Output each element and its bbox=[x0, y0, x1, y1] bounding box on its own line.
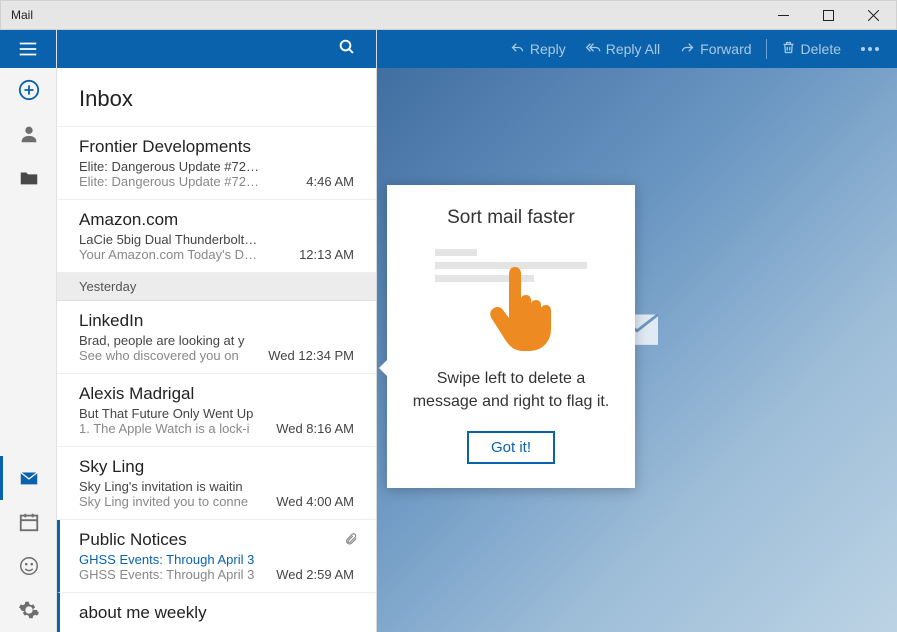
message-item[interactable]: Frontier Developments Elite: Dangerous U… bbox=[57, 127, 376, 200]
message-sender: Alexis Madrigal bbox=[79, 384, 354, 404]
more-button[interactable] bbox=[853, 47, 887, 51]
feedback-icon[interactable] bbox=[0, 544, 57, 588]
message-item[interactable]: LinkedIn Brad, people are looking at y S… bbox=[57, 301, 376, 374]
message-item[interactable]: Sky Ling Sky Ling's invitation is waitin… bbox=[57, 447, 376, 520]
forward-icon bbox=[680, 40, 695, 58]
message-sender: about me weekly bbox=[79, 603, 354, 623]
message-time: 12:13 AM bbox=[299, 247, 354, 262]
message-sender: Sky Ling bbox=[79, 457, 354, 477]
mail-icon[interactable] bbox=[0, 456, 57, 500]
list-toolbar bbox=[57, 30, 376, 68]
message-item[interactable]: Amazon.com LaCie 5big Dual Thunderbolt-2… bbox=[57, 200, 376, 273]
forward-label: Forward bbox=[700, 41, 751, 57]
message-subject: Elite: Dangerous Update #72 - Pow bbox=[79, 159, 259, 174]
reading-toolbar: Reply Reply All Forward Delete bbox=[377, 30, 897, 68]
date-group-header: Yesterday bbox=[57, 273, 376, 301]
tip-illustration bbox=[427, 243, 595, 353]
message-preview: See who discovered you on bbox=[79, 348, 239, 363]
settings-icon[interactable] bbox=[0, 588, 57, 632]
message-list-pane: Inbox Frontier Developments Elite: Dange… bbox=[57, 30, 377, 632]
message-time: Wed 8:16 AM bbox=[276, 421, 354, 436]
window-titlebar: Mail bbox=[0, 0, 897, 30]
message-preview: Sky Ling invited you to conne bbox=[79, 494, 248, 509]
account-icon[interactable] bbox=[0, 112, 57, 156]
attachment-icon bbox=[344, 532, 358, 551]
reply-all-label: Reply All bbox=[606, 41, 660, 57]
message-subject: GHSS Events: Through April 3 bbox=[79, 552, 254, 567]
toolbar-separator bbox=[766, 39, 767, 59]
calendar-icon[interactable] bbox=[0, 500, 57, 544]
delete-label: Delete bbox=[801, 41, 841, 57]
message-subject: But That Future Only Went Up bbox=[79, 406, 253, 421]
tip-dismiss-button[interactable]: Got it! bbox=[467, 431, 555, 464]
message-list[interactable]: Frontier Developments Elite: Dangerous U… bbox=[57, 127, 376, 632]
message-item[interactable]: about me weekly bbox=[57, 593, 376, 632]
app-body: Inbox Frontier Developments Elite: Dange… bbox=[0, 30, 897, 632]
message-preview: 1. The Apple Watch is a lock-i bbox=[79, 421, 250, 436]
forward-button[interactable]: Forward bbox=[672, 30, 759, 68]
message-subject: LaCie 5big Dual Thunderbolt-2 5- bbox=[79, 232, 259, 247]
trash-icon bbox=[781, 40, 796, 58]
window-controls bbox=[761, 0, 896, 30]
tip-body: Swipe left to delete a message and right… bbox=[407, 367, 615, 413]
message-item[interactable]: Alexis Madrigal But That Future Only Wen… bbox=[57, 374, 376, 447]
reply-icon bbox=[510, 40, 525, 58]
message-subject: Sky Ling's invitation is waitin bbox=[79, 479, 243, 494]
message-sender: Frontier Developments bbox=[79, 137, 354, 157]
reply-all-icon bbox=[586, 40, 601, 58]
message-preview: Elite: Dangerous Update #72 - Pow bbox=[79, 174, 259, 189]
message-time: 4:46 AM bbox=[306, 174, 354, 189]
delete-button[interactable]: Delete bbox=[773, 30, 849, 68]
swipe-hand-icon bbox=[482, 261, 562, 356]
reading-pane: Reply Reply All Forward Delete Sort mail… bbox=[377, 30, 897, 632]
message-sender: Public Notices bbox=[79, 530, 354, 550]
reply-button[interactable]: Reply bbox=[502, 30, 574, 68]
tip-title: Sort mail faster bbox=[407, 207, 615, 229]
message-sender: Amazon.com bbox=[79, 210, 354, 230]
tip-callout: Sort mail faster Swipe left to delete a … bbox=[387, 185, 635, 488]
message-item[interactable]: Public Notices GHSS Events: Through Apri… bbox=[57, 520, 376, 593]
message-time: Wed 2:59 AM bbox=[276, 567, 354, 582]
message-subject: Brad, people are looking at y bbox=[79, 333, 245, 348]
search-icon[interactable] bbox=[338, 38, 356, 61]
reply-label: Reply bbox=[530, 41, 566, 57]
minimize-button[interactable] bbox=[761, 0, 806, 30]
window-title: Mail bbox=[1, 8, 761, 22]
message-time: Wed 4:00 AM bbox=[276, 494, 354, 509]
message-preview: GHSS Events: Through April 3 bbox=[79, 567, 254, 582]
message-preview: Your Amazon.com Today's Deals S bbox=[79, 247, 259, 262]
folder-title: Inbox bbox=[79, 86, 354, 112]
maximize-button[interactable] bbox=[806, 0, 851, 30]
hamburger-button[interactable] bbox=[0, 30, 56, 68]
reply-all-button[interactable]: Reply All bbox=[578, 30, 668, 68]
message-time: Wed 12:34 PM bbox=[268, 348, 354, 363]
close-button[interactable] bbox=[851, 0, 896, 30]
message-sender: LinkedIn bbox=[79, 311, 354, 331]
folder-icon[interactable] bbox=[0, 156, 57, 200]
new-mail-button[interactable] bbox=[0, 68, 57, 112]
folder-header: Inbox bbox=[57, 68, 376, 127]
nav-rail bbox=[0, 30, 57, 632]
